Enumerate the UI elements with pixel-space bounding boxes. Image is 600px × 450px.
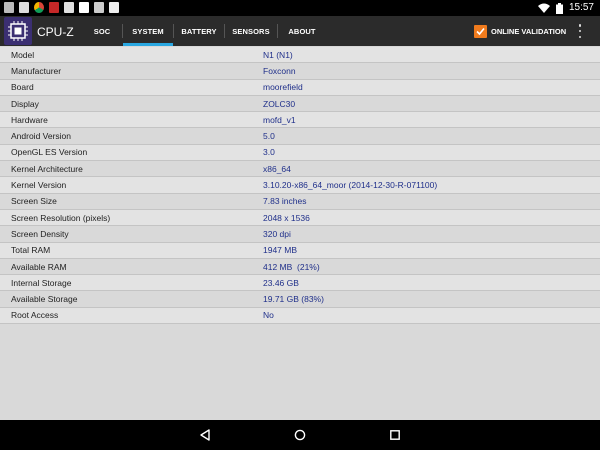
table-row: OpenGL ES Version 3.0 [0,144,600,162]
calendar-icon [79,2,89,13]
row-label: Screen Resolution (pixels) [11,212,111,223]
back-icon[interactable] [198,428,212,442]
table-row: Display ZOLC30 [0,95,600,113]
table-row: Root Access No [0,307,600,325]
home-icon[interactable] [293,428,307,442]
table-row: Total RAM 1947 MB [0,242,600,259]
row-label: Display [11,98,39,109]
row-label: Root Access [11,310,59,321]
row-label: OpenGL ES Version [11,147,88,158]
cpu-z-logo-icon [4,17,32,45]
tab-bar: SOC SYSTEM BATTERY SENSORS ABOUT [82,16,326,46]
notification-icons [4,2,119,13]
battery-icon [555,2,563,14]
row-label: Hardware [11,114,48,125]
table-row: Available RAM 412 MB (21%) [0,258,600,276]
row-value: 320 dpi [263,228,291,239]
table-row: Kernel Architecture x86_64 [0,161,600,178]
app-icon [49,2,59,13]
recents-icon[interactable] [388,428,402,442]
app-title: CPU-Z [37,25,74,39]
row-label: Kernel Architecture [11,163,83,174]
system-info-table: Model N1 (N1) Manufacturer Foxconn Board mo… [0,47,600,325]
table-row: Screen Resolution (pixels) 2048 x 1536 [0,209,600,227]
row-label: Manufacturer [11,65,62,76]
online-validation-label: ONLINE VALIDATION [491,26,567,36]
table-row: Screen Density 320 dpi [0,226,600,243]
row-value: No [263,310,274,321]
tab-system[interactable]: SYSTEM [123,16,173,46]
app-icon [64,2,74,13]
table-row: Screen Size 7.83 inches [0,193,600,210]
app-toolbar: CPU-Z SOC SYSTEM BATTERY SENSORS ABOUT O… [0,16,600,46]
row-value: moorefield [263,82,303,93]
table-row: Internal Storage 23.46 GB [0,275,600,292]
row-value: 5.0 [263,131,275,142]
system-indicators: 15:57 [537,1,594,15]
media-icon [19,2,29,13]
overflow-menu-icon[interactable] [576,24,584,38]
navigation-bar [0,420,600,450]
table-row: Kernel Version 3.10.20-x86_64_moor (2014-… [0,177,600,194]
row-value: 3.0 [263,147,275,158]
muted-icon [109,2,119,13]
row-label: Available Storage [11,294,78,305]
row-label: Android Version [11,131,72,142]
row-value: ZOLC30 [263,98,296,109]
wifi-icon [537,3,550,13]
app-icon [94,2,104,13]
table-row: Available Storage 19.71 GB (83%) [0,291,600,308]
clock: 15:57 [568,2,594,13]
row-value: Foxconn [263,65,296,76]
row-label: Screen Size [11,196,57,207]
tab-sensors[interactable]: SENSORS [225,16,277,46]
table-row: Android Version 5.0 [0,128,600,145]
row-value: mofd_v1 [263,114,296,125]
row-label: Screen Density [11,228,69,239]
tab-soc[interactable]: SOC [82,16,122,46]
row-value: 2048 x 1536 [263,212,310,223]
row-value: N1 (N1) [263,49,293,60]
row-value: 7.83 inches [263,196,307,207]
tab-about[interactable]: ABOUT [278,16,326,46]
chrome-icon [34,2,44,13]
row-value: 1947 MB [263,245,298,256]
row-value: x86_64 [263,163,291,174]
row-value: 412 MB (21%) [263,261,320,272]
row-label: Total RAM [11,245,51,256]
row-value: 23.46 GB [263,277,299,288]
gallery-icon [4,2,14,13]
table-row: Board moorefield [0,79,600,96]
table-row: Manufacturer Foxconn [0,63,600,80]
row-label: Kernel Version [11,180,67,191]
table-row: Model N1 (N1) [0,47,600,64]
row-value: 3.10.20-x86_64_moor (2014-12-30-R-071100… [263,180,438,191]
row-label: Available RAM [11,261,67,272]
status-bar: 15:57 [0,0,600,16]
row-label: Model [11,49,35,60]
row-value: 19.71 GB (83%) [263,294,324,305]
table-row: Hardware mofd_v1 [0,112,600,129]
online-validation-button[interactable]: ONLINE VALIDATION [474,23,566,39]
row-label: Internal Storage [11,277,72,288]
tab-battery[interactable]: BATTERY [174,16,224,46]
validation-icon [474,24,487,38]
row-label: Board [11,82,34,93]
